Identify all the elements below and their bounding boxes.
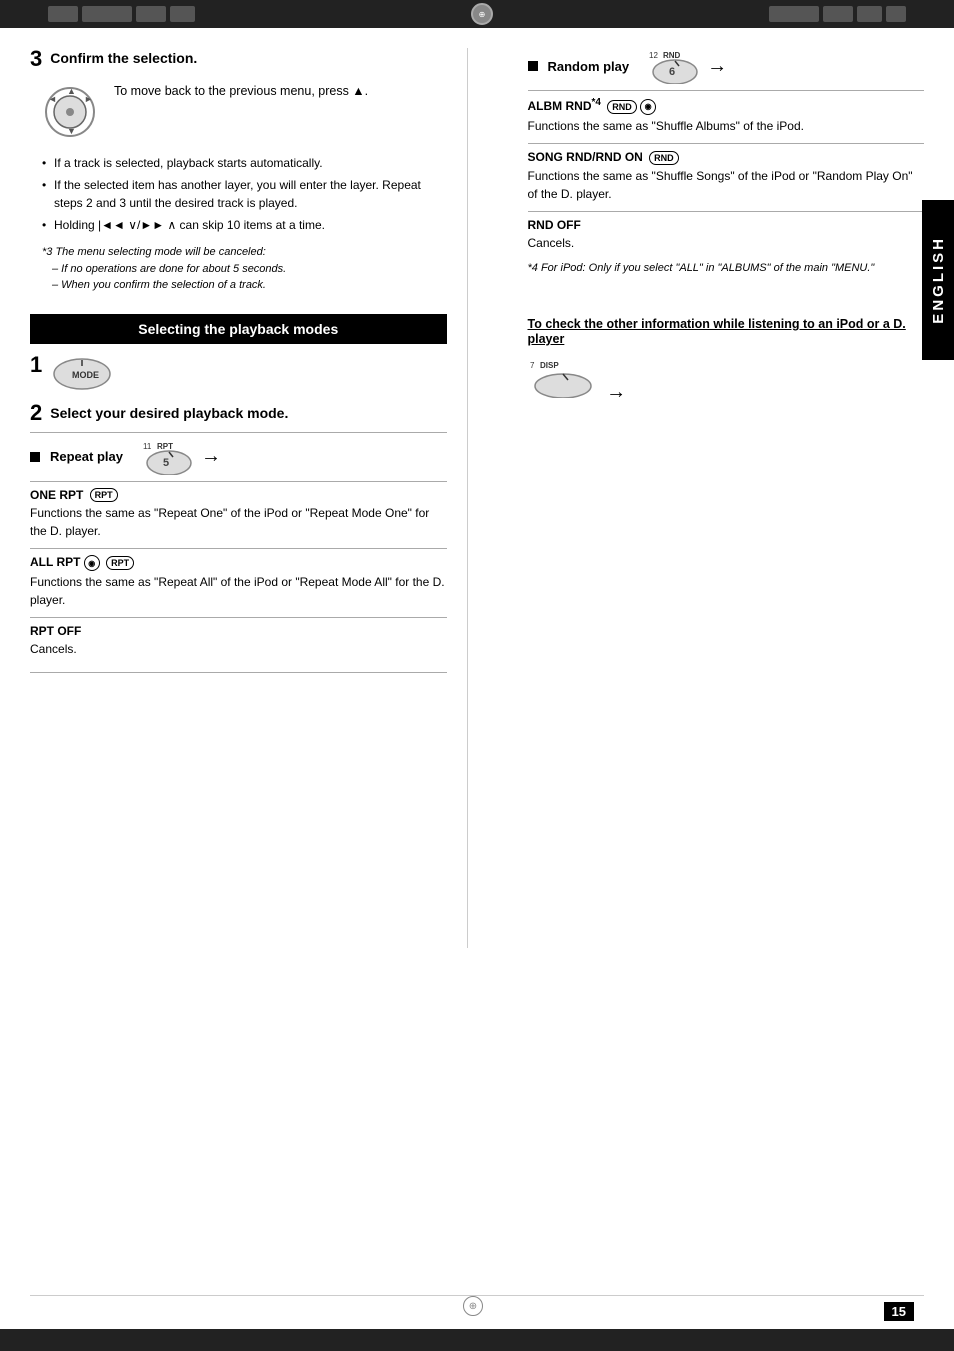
page-number: 15 xyxy=(884,1302,914,1321)
step3-knob: ◄ ► ▲ ▼ xyxy=(40,82,100,140)
top-bar: ⊕ xyxy=(0,0,954,28)
step1-number: 1 xyxy=(30,354,42,376)
rpt-off-section: RPT OFF Cancels. xyxy=(30,624,447,658)
all-rpt-badge: RPT xyxy=(106,556,134,570)
svg-text:RPT: RPT xyxy=(157,442,173,451)
step3-title: Confirm the selection. xyxy=(50,50,197,66)
svg-text:6: 6 xyxy=(669,66,675,78)
right-column: Random play 12 RND 6 → xyxy=(488,48,925,948)
english-tab: ENGLISH xyxy=(922,200,954,360)
divider-rpt-off xyxy=(30,617,447,618)
check-link-section: To check the other information while lis… xyxy=(528,316,925,346)
main-content: 3 Confirm the selection. ◄ ► ▲ ▼ xyxy=(0,28,954,968)
svg-text:▲: ▲ xyxy=(67,86,76,96)
repeat-play-title: Repeat play xyxy=(50,449,123,464)
bottom-bar xyxy=(0,1329,954,1351)
albm-rnd-disc-icon: ◉ xyxy=(640,99,656,115)
random-arrow-icon: → xyxy=(707,55,727,78)
repeat-play-section: Repeat play 11 RPT 5 → xyxy=(30,432,447,674)
divider-albm-rnd xyxy=(528,90,925,91)
rpt-knob-svg: 11 RPT 5 xyxy=(141,439,196,475)
bullet-3: Holding |◄◄ ∨/►► ∧ can skip 10 items at … xyxy=(42,216,447,234)
one-rpt-desc: Functions the same as "Repeat One" of th… xyxy=(30,504,447,540)
rpt-off-desc: Cancels. xyxy=(30,640,447,658)
rpt-off-title: RPT OFF xyxy=(30,624,447,638)
svg-text:11: 11 xyxy=(143,442,152,451)
right-col-inner: Random play 12 RND 6 → xyxy=(508,48,925,404)
all-rpt-desc: Functions the same as "Repeat All" of th… xyxy=(30,573,447,609)
column-divider xyxy=(467,48,468,948)
divider-rnd-off xyxy=(528,211,925,212)
rnd-off-section: RND OFF Cancels. xyxy=(528,218,925,252)
song-rnd-badge: RND xyxy=(649,151,679,165)
rnd-off-desc: Cancels. xyxy=(528,234,925,252)
random-play-title: Random play xyxy=(548,59,630,74)
page: ⊕ 3 Confirm the selection. xyxy=(0,0,954,1351)
check-link[interactable]: To check the other information while lis… xyxy=(528,317,906,346)
bottom-crosshair-area: ⊕ xyxy=(458,1296,488,1316)
divider-all-rpt xyxy=(30,548,447,549)
step3-body: ◄ ► ▲ ▼ To move back to the previous men… xyxy=(30,82,447,140)
english-label: ENGLISH xyxy=(930,236,947,324)
random-knob-area: 12 RND 6 → xyxy=(647,48,727,84)
footnote3: *3 The menu selecting mode will be cance… xyxy=(30,244,447,294)
repeat-play-square-icon xyxy=(30,452,40,462)
svg-text:MODE: MODE xyxy=(72,370,99,380)
disp-arrow-icon: → xyxy=(606,381,626,404)
star-footnote: *4 For iPod: Only if you select "ALL" in… xyxy=(528,260,925,277)
disp-knob-svg: 7 DISP xyxy=(528,358,598,398)
albm-rnd-badge: RND xyxy=(607,100,637,114)
bottom-crosshair-icon: ⊕ xyxy=(463,1296,483,1316)
one-rpt-badge: RPT xyxy=(90,488,118,502)
step2-number: 2 xyxy=(30,402,42,424)
svg-text:DISP: DISP xyxy=(540,361,559,370)
one-rpt-section: ONE RPT RPT Functions the same as "Repea… xyxy=(30,488,447,541)
step3-header: 3 Confirm the selection. xyxy=(30,48,447,70)
song-rnd-title: SONG RND/RND ON RND xyxy=(528,150,925,165)
svg-text:5: 5 xyxy=(163,457,169,469)
divider-one-rpt xyxy=(30,481,447,482)
song-rnd-desc: Functions the same as "Shuffle Songs" of… xyxy=(528,167,925,203)
footnote3-marker: *3 The menu selecting mode will be cance… xyxy=(42,246,266,258)
mode-knob-svg: MODE xyxy=(50,354,115,392)
step2-title: Select your desired playback mode. xyxy=(50,405,288,421)
svg-text:►: ► xyxy=(84,94,93,104)
all-rpt-section: ALL RPT ◉ RPT Functions the same as "Rep… xyxy=(30,555,447,609)
step3-instruction: To move back to the previous menu, press… xyxy=(114,82,368,101)
bullet-1: If a track is selected, playback starts … xyxy=(42,154,447,172)
song-rnd-section: SONG RND/RND ON RND Functions the same a… xyxy=(528,150,925,203)
section-box: Selecting the playback modes xyxy=(30,314,447,344)
left-column: 3 Confirm the selection. ◄ ► ▲ ▼ xyxy=(30,48,447,948)
repeat-play-header: Repeat play 11 RPT 5 → xyxy=(30,439,447,475)
svg-text:RND: RND xyxy=(663,51,681,60)
albm-rnd-section: ALBM RND*4 RND ◉ Functions the same as "… xyxy=(528,97,925,135)
all-rpt-disc-icon: ◉ xyxy=(84,555,100,571)
footnote3-item2: – When you confirm the selection of a tr… xyxy=(42,279,266,291)
disp-knob-area: 7 DISP → xyxy=(528,358,925,404)
step1-row: 1 MODE xyxy=(30,354,447,392)
svg-text:▼: ▼ xyxy=(67,126,76,136)
random-play-square-icon xyxy=(528,61,538,71)
rnd-knob-svg: 12 RND 6 xyxy=(647,48,702,84)
rnd-off-title: RND OFF xyxy=(528,218,925,232)
svg-text:12: 12 xyxy=(649,51,658,60)
albm-rnd-title: ALBM RND*4 RND ◉ xyxy=(528,97,925,115)
step2-header: 2 Select your desired playback mode. xyxy=(30,402,447,424)
repeat-arrow-icon: → xyxy=(201,445,221,468)
divider-song-rnd xyxy=(528,143,925,144)
bullet-2: If the selected item has another layer, … xyxy=(42,176,447,212)
random-play-header: Random play 12 RND 6 → xyxy=(528,48,925,84)
one-rpt-title: ONE RPT RPT xyxy=(30,488,447,503)
step3-bullets: If a track is selected, playback starts … xyxy=(30,154,447,234)
svg-text:◄: ◄ xyxy=(48,94,57,104)
footnote3-item1: – If no operations are done for about 5 … xyxy=(42,263,286,275)
svg-text:7: 7 xyxy=(530,361,535,370)
all-rpt-title: ALL RPT ◉ RPT xyxy=(30,555,447,571)
step3-number: 3 xyxy=(30,48,42,70)
repeat-knob-area: 11 RPT 5 → xyxy=(141,439,221,475)
albm-rnd-desc: Functions the same as "Shuffle Albums" o… xyxy=(528,117,925,135)
